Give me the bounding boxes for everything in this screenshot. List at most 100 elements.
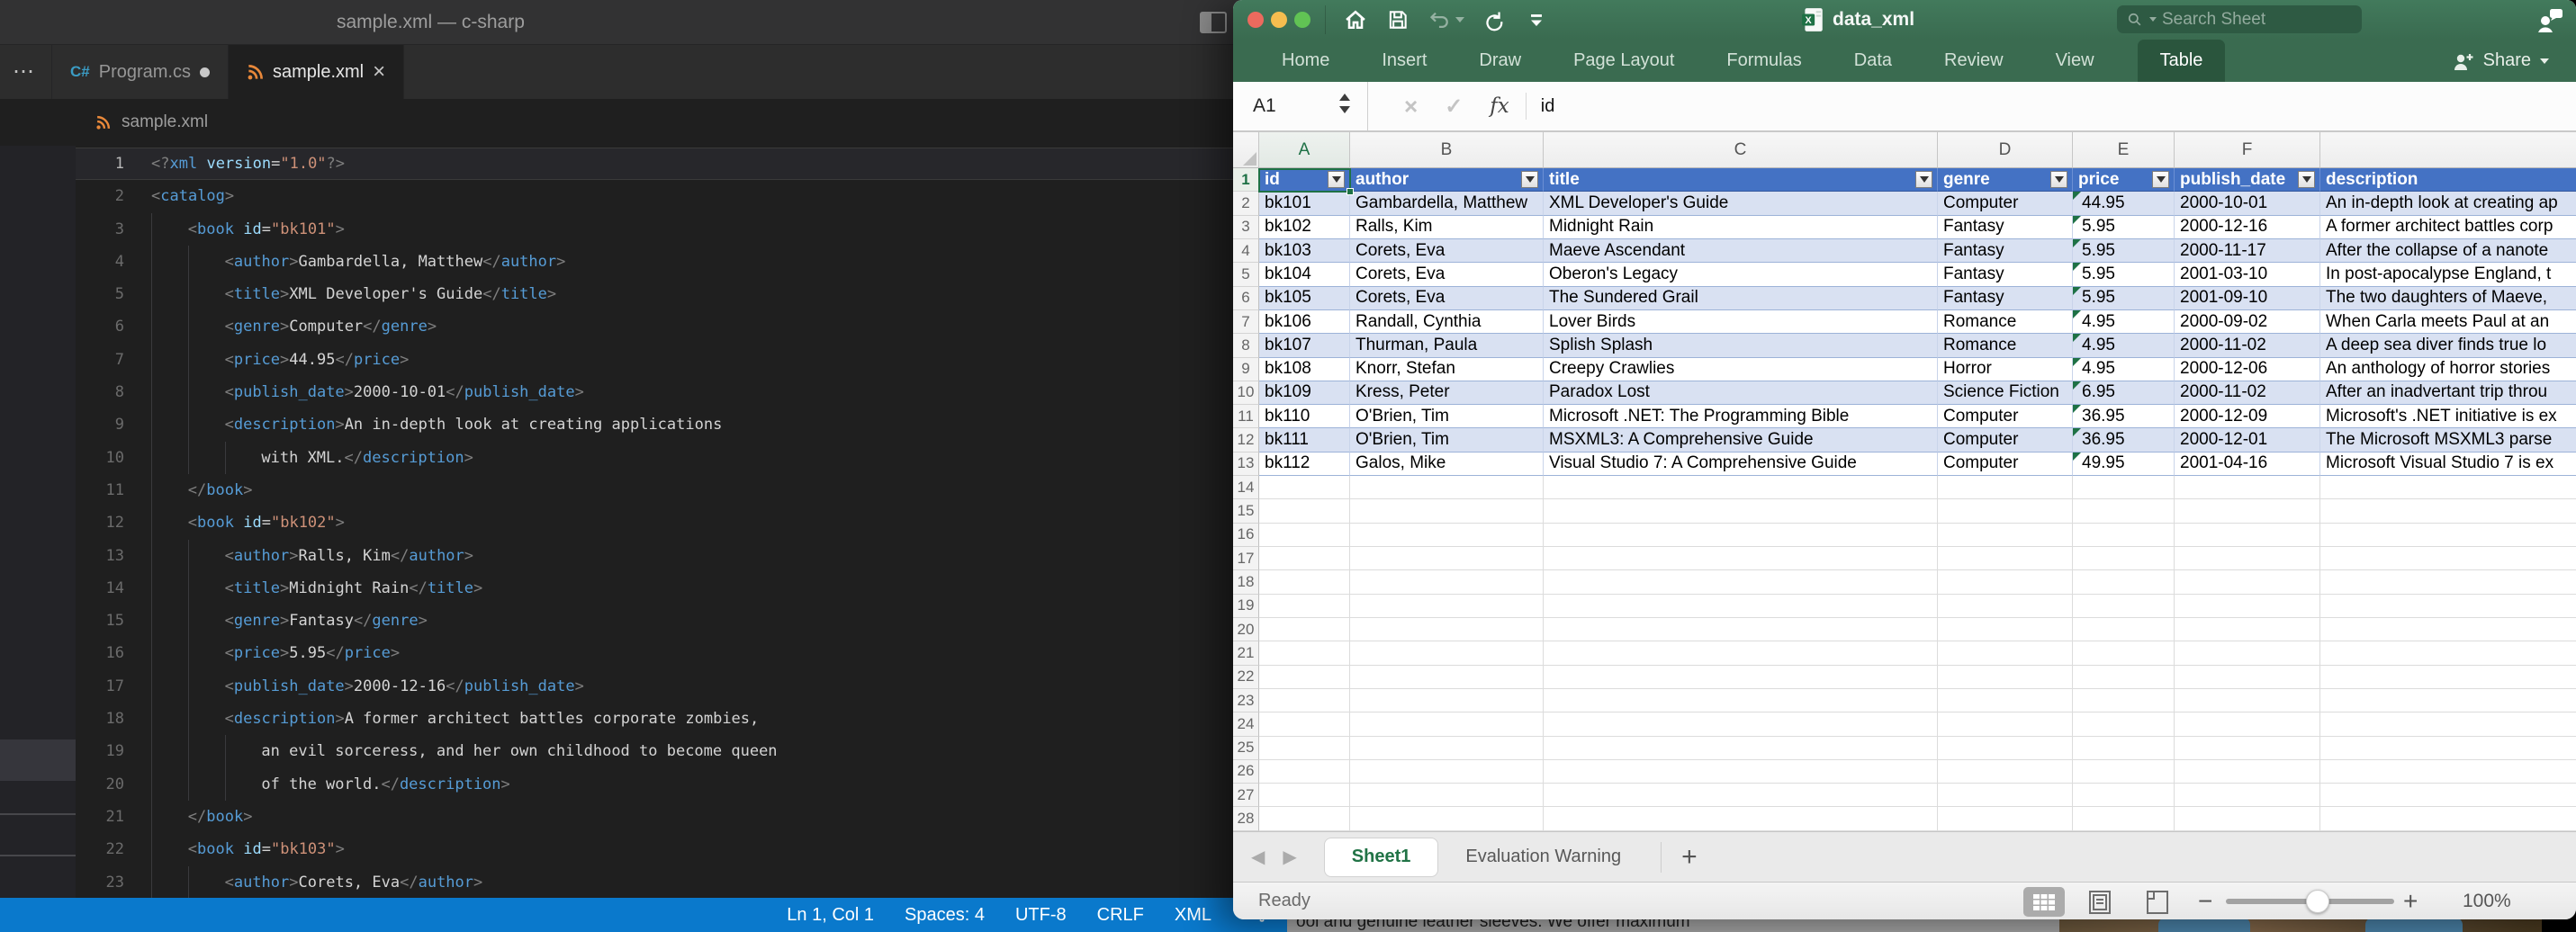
status-item[interactable]: CRLF [1097, 905, 1144, 926]
customize-toolbar-icon[interactable] [1525, 8, 1548, 31]
cell-C10[interactable]: Paradox Lost [1544, 381, 1938, 405]
row-header-25[interactable]: 25 [1233, 737, 1259, 760]
cell-F8[interactable]: 2000-11-02 [2175, 334, 2320, 357]
cell-D18[interactable] [1938, 570, 2073, 594]
cell-D3[interactable]: Fantasy [1938, 216, 2073, 239]
cell-A17[interactable] [1259, 547, 1350, 570]
more-actions-icon[interactable]: ⋯ [13, 45, 36, 99]
cell-E9[interactable]: 4.95 [2073, 358, 2175, 381]
cell-E14[interactable] [2073, 476, 2175, 499]
breadcrumb[interactable]: sample.xml [0, 99, 1287, 146]
cell-F20[interactable] [2175, 618, 2320, 641]
cell-E19[interactable] [2073, 595, 2175, 618]
column-header-A[interactable]: A [1259, 132, 1350, 168]
cell-F19[interactable] [2175, 595, 2320, 618]
ribbon-tab-insert[interactable]: Insert [1373, 40, 1436, 82]
sheet-tab-evaluation-warning[interactable]: Evaluation Warning [1438, 838, 1648, 877]
cell-A24[interactable] [1259, 712, 1350, 736]
cell-C1[interactable]: title [1544, 168, 1938, 192]
cell-A11[interactable]: bk110 [1259, 405, 1350, 428]
cell-G23[interactable] [2320, 689, 2576, 712]
cell-F7[interactable]: 2000-09-02 [2175, 310, 2320, 334]
code-line-14[interactable]: 14<title>Midnight Rain</title> [0, 572, 1287, 605]
status-item[interactable]: Spaces: 4 [905, 905, 985, 926]
cell-D7[interactable]: Romance [1938, 310, 2073, 334]
row-header-16[interactable]: 16 [1233, 524, 1259, 547]
cell-C28[interactable] [1544, 807, 1938, 830]
confirm-entry-button[interactable]: ✓ [1445, 94, 1463, 120]
cell-C13[interactable]: Visual Studio 7: A Comprehensive Guide [1544, 453, 1938, 476]
cell-D8[interactable]: Romance [1938, 334, 2073, 357]
cell-G7[interactable]: When Carla meets Paul at an [2320, 310, 2576, 334]
prev-sheet-icon[interactable]: ◀ [1251, 846, 1265, 868]
cell-E24[interactable] [2073, 712, 2175, 736]
filter-button-price[interactable] [2152, 171, 2169, 188]
cell-F26[interactable] [2175, 760, 2320, 784]
cell-E8[interactable]: 4.95 [2073, 334, 2175, 357]
cell-G26[interactable] [2320, 760, 2576, 784]
cell-B28[interactable] [1350, 807, 1544, 830]
cell-C2[interactable]: XML Developer's Guide [1544, 192, 1938, 215]
cell-D13[interactable]: Computer [1938, 453, 2073, 476]
add-sheet-button[interactable]: + [1681, 842, 1698, 873]
cell-F27[interactable] [2175, 784, 2320, 807]
cell-B1[interactable]: author [1350, 168, 1544, 192]
cell-C7[interactable]: Lover Birds [1544, 310, 1938, 334]
column-header-E[interactable]: E [2073, 132, 2175, 168]
cell-G15[interactable] [2320, 499, 2576, 523]
cell-E5[interactable]: 5.95 [2073, 263, 2175, 286]
cell-A14[interactable] [1259, 476, 1350, 499]
close-icon[interactable]: × [373, 61, 385, 83]
formula-bar-content[interactable]: id [1541, 96, 1555, 117]
ribbon-tab-home[interactable]: Home [1273, 40, 1338, 82]
cell-A21[interactable] [1259, 641, 1350, 665]
row-header-28[interactable]: 28 [1233, 807, 1259, 830]
ribbon-tab-review[interactable]: Review [1935, 40, 2013, 82]
cell-D17[interactable] [1938, 547, 2073, 570]
stepper-up-icon[interactable] [1339, 94, 1350, 101]
cell-D4[interactable]: Fantasy [1938, 239, 2073, 263]
cell-B8[interactable]: Thurman, Paula [1350, 334, 1544, 357]
cell-C4[interactable]: Maeve Ascendant [1544, 239, 1938, 263]
cell-D12[interactable]: Computer [1938, 428, 2073, 452]
cell-E28[interactable] [2073, 807, 2175, 830]
name-box-stepper[interactable] [1339, 94, 1350, 113]
code-line-4[interactable]: 4<author>Gambardella, Matthew</author> [0, 246, 1287, 278]
row-header-6[interactable]: 6 [1233, 287, 1259, 310]
cell-F1[interactable]: publish_date [2175, 168, 2320, 192]
filter-button-title[interactable] [1915, 171, 1932, 188]
row-header-24[interactable]: 24 [1233, 712, 1259, 736]
cell-C14[interactable] [1544, 476, 1938, 499]
ribbon-tab-data[interactable]: Data [1845, 40, 1901, 82]
cell-A20[interactable] [1259, 618, 1350, 641]
cell-C18[interactable] [1544, 570, 1938, 594]
cell-G12[interactable]: The Microsoft MSXML3 parse [2320, 428, 2576, 452]
column-header-B[interactable]: B [1350, 132, 1544, 168]
cell-G28[interactable] [2320, 807, 2576, 830]
undo-icon[interactable] [1428, 8, 1452, 32]
zoom-window-button[interactable] [1294, 12, 1311, 28]
cell-B16[interactable] [1350, 524, 1544, 547]
cell-E3[interactable]: 5.95 [2073, 216, 2175, 239]
row-header-22[interactable]: 22 [1233, 666, 1259, 689]
cell-D23[interactable] [1938, 689, 2073, 712]
stepper-down-icon[interactable] [1339, 106, 1350, 113]
minimize-window-button[interactable] [1271, 12, 1287, 28]
cell-B13[interactable]: Galos, Mike [1350, 453, 1544, 476]
row-header-8[interactable]: 8 [1233, 334, 1259, 357]
tab-program-cs[interactable]: C# Program.cs [51, 45, 229, 99]
code-line-18[interactable]: 18<description>A former architect battle… [0, 703, 1287, 735]
cell-D28[interactable] [1938, 807, 2073, 830]
cell-B17[interactable] [1350, 547, 1544, 570]
cell-F9[interactable]: 2000-12-06 [2175, 358, 2320, 381]
cell-F24[interactable] [2175, 712, 2320, 736]
filter-button-publish_date[interactable] [2298, 171, 2315, 188]
cell-C23[interactable] [1544, 689, 1938, 712]
cell-F12[interactable]: 2000-12-01 [2175, 428, 2320, 452]
code-line-1[interactable]: 1<?xml version="1.0"?> [0, 148, 1287, 180]
share-button[interactable]: Share [2451, 40, 2549, 82]
column-header-F[interactable]: F [2175, 132, 2320, 168]
cell-B19[interactable] [1350, 595, 1544, 618]
cell-F4[interactable]: 2000-11-17 [2175, 239, 2320, 263]
cell-D25[interactable] [1938, 737, 2073, 760]
